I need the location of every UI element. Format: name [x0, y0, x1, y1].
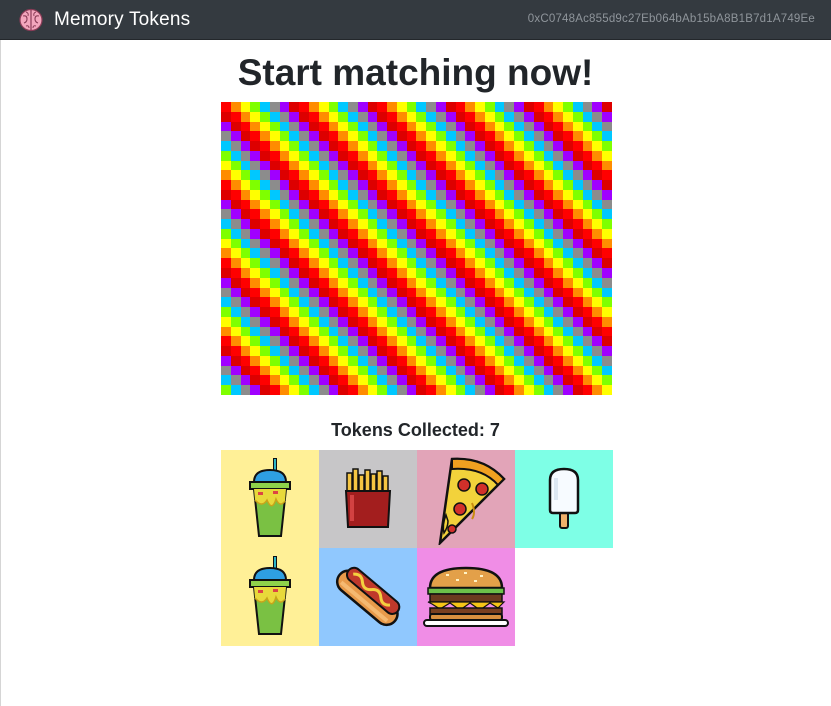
account-address: 0xC0748Ac855d9c27Eb064bAb15bA8B1B7d1A749… [527, 13, 815, 25]
page-title: Start matching now! [237, 52, 594, 93]
token-tile-hotdog [319, 548, 417, 646]
drink-icon [249, 458, 291, 537]
game-board[interactable] [221, 102, 612, 395]
navbar: Memory Tokens 0xC0748Ac855d9c27Eb064bAb1… [0, 0, 831, 40]
token-tile-fries [319, 450, 417, 548]
ice-cream-icon [548, 467, 580, 529]
pizza-icon [438, 457, 506, 545]
drink-icon [249, 556, 291, 635]
token-tile-pizza [417, 450, 515, 548]
fries-icon [344, 468, 392, 528]
page-edge [0, 40, 1, 706]
token-tile-burger [417, 548, 515, 646]
token-tile-drink [221, 450, 319, 548]
token-tile-drink [221, 548, 319, 646]
tokens-collected-label: Tokens Collected: 7 [331, 420, 500, 440]
token-gallery [221, 450, 613, 646]
brain-icon [19, 8, 43, 31]
hotdog-icon [335, 566, 401, 627]
navbar-brand[interactable]: Memory Tokens [18, 7, 190, 33]
burger-icon [423, 566, 509, 627]
token-tile-ice-cream [515, 450, 613, 548]
app-title: Memory Tokens [54, 8, 191, 30]
